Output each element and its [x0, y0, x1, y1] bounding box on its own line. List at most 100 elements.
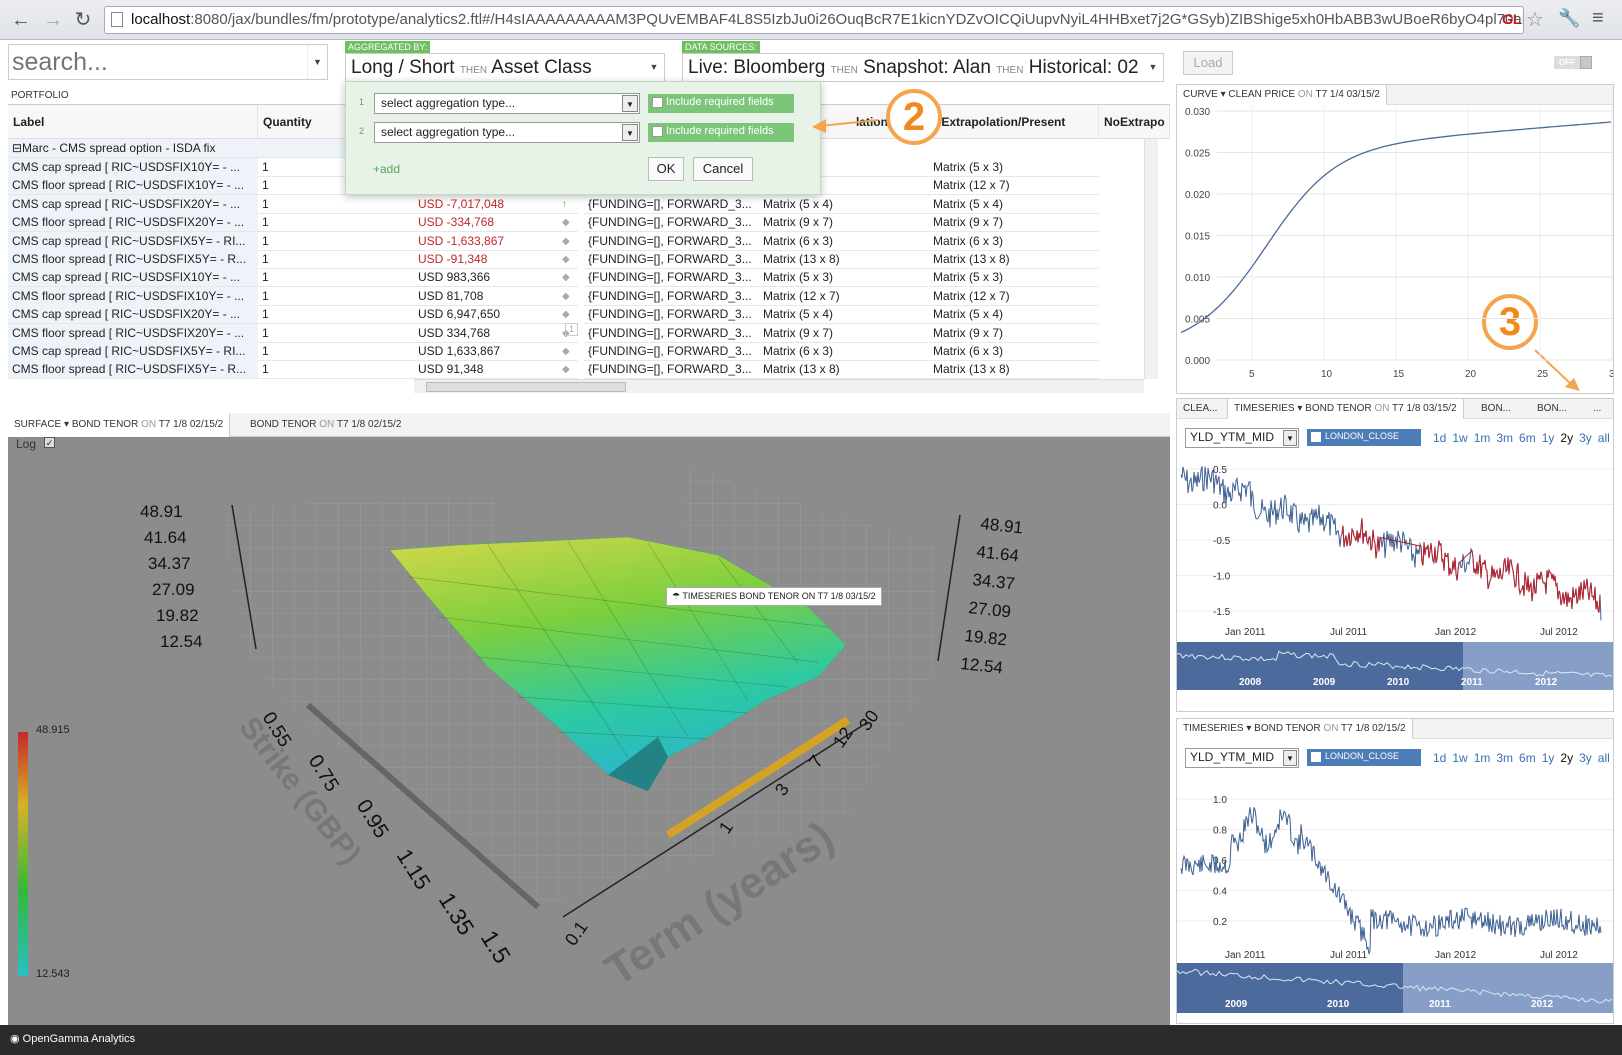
- ts1-london-close[interactable]: LONDON_CLOSE: [1307, 429, 1421, 446]
- tab-date: T7 1/8 02/15/2: [336, 419, 402, 430]
- nav-tick: 2009: [1225, 999, 1248, 1010]
- z-tick-left: 48.91: [140, 502, 183, 521]
- tab-clean[interactable]: CLEA...: [1177, 399, 1223, 419]
- range-1m[interactable]: 1m: [1474, 431, 1491, 445]
- nav-tick: 2010: [1327, 999, 1350, 1010]
- tab-bond-tenor[interactable]: BOND TENOR ON T7 1/8 02/15/2: [244, 413, 407, 437]
- range-2y[interactable]: 2y: [1560, 751, 1573, 765]
- range-1y[interactable]: 1y: [1542, 431, 1555, 445]
- field-value: YLD_YTM_MID: [1190, 750, 1275, 764]
- timeseries-tab-bar: CLEA... TIMESERIES ▾ BOND TENOR ON T7 1/…: [1177, 399, 1613, 419]
- range-3m[interactable]: 3m: [1496, 751, 1513, 765]
- z-tick-left: 34.37: [148, 554, 191, 573]
- checkbox-icon[interactable]: [1311, 751, 1321, 762]
- range-1y[interactable]: 1y: [1542, 751, 1555, 765]
- curve-x-tick: 10: [1321, 369, 1333, 380]
- tab-timeseries[interactable]: TIMESERIES ▾ BOND TENOR ON T7 1/8 03/15/…: [1227, 399, 1464, 419]
- footer-logo: ◉ OpenGamma Analytics: [10, 1032, 135, 1045]
- ts2-range-links: 1d 1w 1m 3m 6m 1y 2y 3y all: [1433, 751, 1616, 765]
- z-tick-left: 19.82: [156, 606, 199, 625]
- ts1-line-red: [1341, 518, 1601, 613]
- tab-on: ON: [141, 419, 157, 430]
- surface-view[interactable]: 48.91 41.64 34.37 27.09 19.82 12.54 48.91 41.6…: [8, 437, 1170, 1025]
- ts-x-tick: Jan 2011: [1225, 950, 1266, 961]
- legend-min: 12.543: [36, 968, 70, 980]
- range-all[interactable]: all: [1598, 431, 1610, 445]
- range-3y[interactable]: 3y: [1579, 431, 1592, 445]
- range-1w[interactable]: 1w: [1452, 751, 1467, 765]
- tooltip-text: TIMESERIES BOND TENOR ON T7 1/8 03/15/2: [682, 591, 876, 601]
- curve-x-tick: 3: [1609, 369, 1613, 380]
- curve-y-tick: 0.030: [1185, 107, 1210, 118]
- tab-bon-2[interactable]: BON...: [1531, 399, 1573, 419]
- ts1-field-select[interactable]: YLD_YTM_MID ▼: [1185, 428, 1299, 448]
- log-label: Log: [16, 437, 37, 451]
- ts2-tab-bar: TIMESERIES ▾ BOND TENOR ON T7 1/8 02/15/…: [1177, 719, 1613, 739]
- tab-name: TIMESERIES: [1183, 723, 1244, 734]
- ts1-line-blue: [1180, 466, 1602, 621]
- legend-max: 48.915: [36, 724, 70, 736]
- tab-rest: CLEAN PRICE: [1228, 89, 1296, 100]
- tab-bon-1[interactable]: BON...: [1475, 399, 1517, 419]
- tab-date: T7 1/8 02/15/2: [158, 419, 224, 430]
- color-legend-bar: [18, 732, 28, 976]
- tab-rest: BOND TENOR: [71, 419, 139, 430]
- z-tick-left: 41.64: [144, 528, 187, 547]
- nav-tick: 2012: [1531, 999, 1554, 1010]
- london-label: LONDON_CLOSE: [1325, 751, 1400, 761]
- nav-tick: 2009: [1313, 677, 1336, 688]
- london-label: LONDON_CLOSE: [1325, 431, 1400, 441]
- curve-chart: 0.0300.0250.0200.0150.0100.0050.0005 10 15…: [1180, 105, 1613, 380]
- ts2-field-select[interactable]: YLD_YTM_MID ▼: [1185, 748, 1299, 768]
- tab-timeseries-2[interactable]: TIMESERIES ▾ BOND TENOR ON T7 1/8 02/15/…: [1177, 719, 1413, 739]
- ts-y-tick: 0.5: [1213, 465, 1227, 476]
- range-3m[interactable]: 3m: [1496, 431, 1513, 445]
- tab-surface[interactable]: SURFACE ▾ BOND TENOR ON T7 1/8 02/15/2: [8, 413, 231, 437]
- curve-y-tick: 0.000: [1185, 356, 1210, 367]
- tab-curve[interactable]: CURVE ▾ CLEAN PRICE ON T7 1/4 03/15/2: [1177, 85, 1387, 105]
- timeseries-panel-2: TIMESERIES ▾ BOND TENOR ON T7 1/8 02/15/…: [1176, 718, 1614, 1024]
- nav-tick: 2012: [1535, 677, 1558, 688]
- range-2y[interactable]: 2y: [1560, 431, 1573, 445]
- ts-x-tick: Jul 2012: [1540, 627, 1578, 638]
- ts-y-tick: 0.4: [1213, 887, 1227, 898]
- ts-y-tick: 0.2: [1213, 917, 1227, 928]
- ts-x-tick: Jul 2012: [1540, 950, 1578, 961]
- ts-x-tick: Jul 2011: [1330, 627, 1368, 638]
- curve-grid: 0.0300.0250.0200.0150.0100.0050.0005 10 15…: [1185, 105, 1613, 380]
- tab-name: BOND TENOR: [250, 419, 317, 430]
- nav-tick: 2010: [1387, 677, 1410, 688]
- ts-x-tick: Jan 2011: [1225, 627, 1266, 638]
- log-checkbox[interactable]: ✓: [44, 437, 55, 448]
- tab-date: T7 1/8 02/15/2: [1341, 723, 1406, 734]
- surface-tooltip: ☂ TIMESERIES BOND TENOR ON T7 1/8 03/15/…: [666, 587, 882, 606]
- tab-name: SURFACE: [14, 419, 62, 430]
- chevron-down-icon: ▼: [1283, 750, 1297, 766]
- curve-y-tick: 0.020: [1185, 190, 1210, 201]
- tab-rest: BOND TENOR: [1305, 403, 1372, 414]
- ts2-london-close[interactable]: LONDON_CLOSE: [1307, 749, 1421, 766]
- tab-name: CURVE: [1183, 89, 1218, 100]
- checkbox-icon[interactable]: [1311, 431, 1321, 442]
- z-tick-left: 12.54: [160, 632, 203, 651]
- ts-x-tick: Jan 2012: [1435, 627, 1477, 638]
- ts-y-tick: 0.8: [1213, 826, 1227, 837]
- tab-more[interactable]: ...: [1587, 399, 1607, 419]
- tab-on: ON: [1323, 723, 1339, 734]
- ts-y-tick: -0.5: [1213, 536, 1231, 547]
- nav-tick: 2011: [1429, 999, 1451, 1010]
- tab-on: ON: [1374, 403, 1390, 414]
- range-3y[interactable]: 3y: [1579, 751, 1592, 765]
- range-6m[interactable]: 6m: [1519, 431, 1536, 445]
- range-1d[interactable]: 1d: [1433, 431, 1446, 445]
- tab-date: T7 1/4 03/15/2: [1315, 89, 1380, 100]
- range-1m[interactable]: 1m: [1474, 751, 1491, 765]
- ts-y-tick: 1.0: [1213, 795, 1227, 806]
- range-6m[interactable]: 6m: [1519, 751, 1536, 765]
- curve-y-tick: 0.010: [1185, 273, 1210, 284]
- tab-on: ON: [319, 419, 335, 430]
- range-1d[interactable]: 1d: [1433, 751, 1446, 765]
- tab-name: TIMESERIES: [1234, 403, 1295, 414]
- range-1w[interactable]: 1w: [1452, 431, 1467, 445]
- range-all[interactable]: all: [1598, 751, 1610, 765]
